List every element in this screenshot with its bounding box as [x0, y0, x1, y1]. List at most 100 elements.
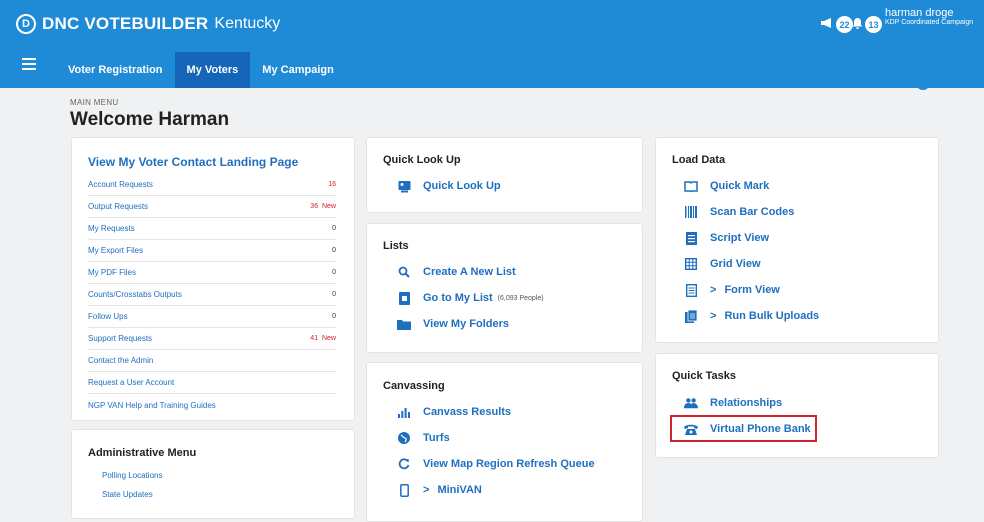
mobile-icon [397, 483, 411, 497]
link-label: Script View [710, 232, 770, 244]
list-item[interactable]: Output Requests 36 New [88, 196, 336, 218]
list-item[interactable]: Request a User Account [88, 372, 336, 394]
admin-menu-title: Administrative Menu [88, 447, 197, 459]
relationships-link[interactable]: Relationships [684, 396, 782, 410]
lists-card: Lists Create A New List Go to My List (6… [366, 223, 643, 353]
link-label: Form View [724, 284, 780, 296]
state-updates-link[interactable]: State Updates [102, 490, 153, 499]
quick-tasks-title: Quick Tasks [672, 370, 736, 382]
canvass-results-link[interactable]: Canvass Results [397, 405, 511, 419]
view-my-folders-link[interactable]: View My Folders [397, 317, 509, 331]
list-item[interactable]: My Requests 0 [88, 218, 336, 240]
section-label: MAIN MENU [70, 98, 119, 107]
canvassing-card: Canvassing Canvass Results Turfs View Ma… [366, 362, 643, 522]
user-menu[interactable]: harman droge KDP Coordinated Campaign [885, 7, 973, 27]
link-label: Canvass Results [423, 406, 512, 418]
row-label: Follow Ups [88, 312, 128, 321]
row-label: NGP VAN Help and Training Guides [88, 400, 216, 410]
link-label: Grid View [710, 258, 761, 270]
row-label: Request a User Account [88, 378, 175, 387]
top-bar: D DNC VOTEBUILDER Kentucky 22 13 harman … [0, 0, 984, 88]
nav-my-campaign[interactable]: My Campaign [250, 52, 346, 88]
brand-name: DNC VOTEBUILDER [42, 14, 209, 33]
view-map-region-link[interactable]: View Map Region Refresh Queue [397, 457, 595, 471]
polling-locations-link[interactable]: Polling Locations [102, 471, 162, 480]
list-item[interactable]: Counts/Crosstabs Outputs 0 [88, 284, 336, 306]
chevron-right-icon: > [710, 284, 717, 296]
list-item[interactable]: NGP VAN Help and Training Guides [88, 394, 336, 416]
brand[interactable]: D DNC VOTEBUILDER Kentucky [16, 14, 280, 34]
quick-lookup-title: Quick Look Up [383, 154, 461, 166]
link-label: Go to My List [423, 292, 493, 304]
row-label: My Requests [88, 224, 135, 233]
announcements-button[interactable]: 22 [820, 16, 853, 33]
script-view-link[interactable]: Script View [684, 231, 769, 245]
main-nav: Voter Registration My Voters My Campaign [56, 52, 346, 88]
row-value: 36 New [310, 203, 336, 210]
scroll-indicator [916, 80, 930, 90]
chevron-right-icon: > [710, 310, 717, 322]
barcode-icon [684, 205, 698, 219]
voter-contact-card: View My Voter Contact Landing Page Accou… [71, 137, 355, 421]
row-value: 0 [332, 313, 336, 320]
scan-bar-codes-link[interactable]: Scan Bar Codes [684, 205, 794, 219]
link-label: Relationships [710, 397, 783, 409]
minivan-link[interactable]: > MiniVAN [397, 483, 482, 497]
link-label: Quick Look Up [423, 180, 501, 192]
bell-icon [852, 17, 863, 32]
chevron-right-icon: > [423, 484, 430, 496]
link-label: MiniVAN [437, 484, 482, 496]
grid-icon [684, 257, 698, 271]
list-item[interactable]: Account Requests 16 [88, 174, 336, 196]
list-item[interactable]: Follow Ups 0 [88, 306, 336, 328]
row-label: Output Requests [88, 202, 149, 211]
lists-title: Lists [383, 240, 409, 252]
row-value: 0 [332, 225, 336, 232]
link-label: Quick Mark [710, 180, 770, 192]
quick-lookup-card: Quick Look Up Quick Look Up [366, 137, 643, 213]
load-data-card: Load Data Quick Mark Scan Bar Codes Scri… [655, 137, 939, 343]
turfs-link[interactable]: Turfs [397, 431, 450, 445]
list-item[interactable]: My PDF Files 0 [88, 262, 336, 284]
notifications-button[interactable]: 13 [852, 16, 882, 33]
row-value: 0 [332, 247, 336, 254]
hamburger-menu-icon[interactable] [22, 58, 36, 70]
nav-my-voters[interactable]: My Voters [174, 52, 251, 88]
list-icon [397, 291, 411, 305]
grid-view-link[interactable]: Grid View [684, 257, 761, 271]
canvassing-title: Canvassing [383, 380, 445, 392]
user-campaign: KDP Coordinated Campaign [885, 19, 974, 27]
folder-icon [397, 317, 411, 331]
user-name: harman droge [885, 7, 954, 19]
list-item[interactable]: Contact the Admin [88, 350, 336, 372]
row-label: Contact the Admin [88, 356, 154, 365]
row-label: Support Requests [88, 334, 153, 343]
row-value: 41 New [310, 335, 336, 342]
link-label: Turfs [423, 432, 450, 444]
list-item[interactable]: Support Requests 41 New [88, 328, 336, 350]
link-label: Scan Bar Codes [710, 206, 795, 218]
megaphone-icon [820, 17, 834, 32]
nav-voter-registration[interactable]: Voter Registration [56, 52, 175, 88]
row-label: Counts/Crosstabs Outputs [88, 290, 182, 299]
row-label: My Export Files [88, 246, 144, 255]
book-icon [684, 179, 698, 193]
go-to-my-list-link[interactable]: Go to My List (6,093 People) [397, 291, 544, 305]
highlight-box [670, 415, 817, 442]
announcement-count-badge: 22 [836, 16, 853, 33]
quick-mark-link[interactable]: Quick Mark [684, 179, 769, 193]
page-title: Welcome Harman [70, 109, 230, 130]
globe-icon [397, 431, 411, 445]
row-value: 0 [332, 269, 336, 276]
run-bulk-uploads-link[interactable]: > Run Bulk Uploads [684, 309, 819, 323]
create-new-list-link[interactable]: Create A New List [397, 265, 516, 279]
list-item[interactable]: My Export Files 0 [88, 240, 336, 262]
row-label: My PDF Files [88, 268, 136, 277]
form-view-link[interactable]: > Form View [684, 283, 780, 297]
quick-lookup-link[interactable]: Quick Look Up [397, 179, 501, 193]
load-data-title: Load Data [672, 154, 726, 166]
dnc-logo-icon: D [16, 14, 36, 34]
row-label: Account Requests [88, 180, 153, 189]
voter-contact-landing-link[interactable]: View My Voter Contact Landing Page [88, 155, 298, 169]
search-icon [397, 265, 411, 279]
